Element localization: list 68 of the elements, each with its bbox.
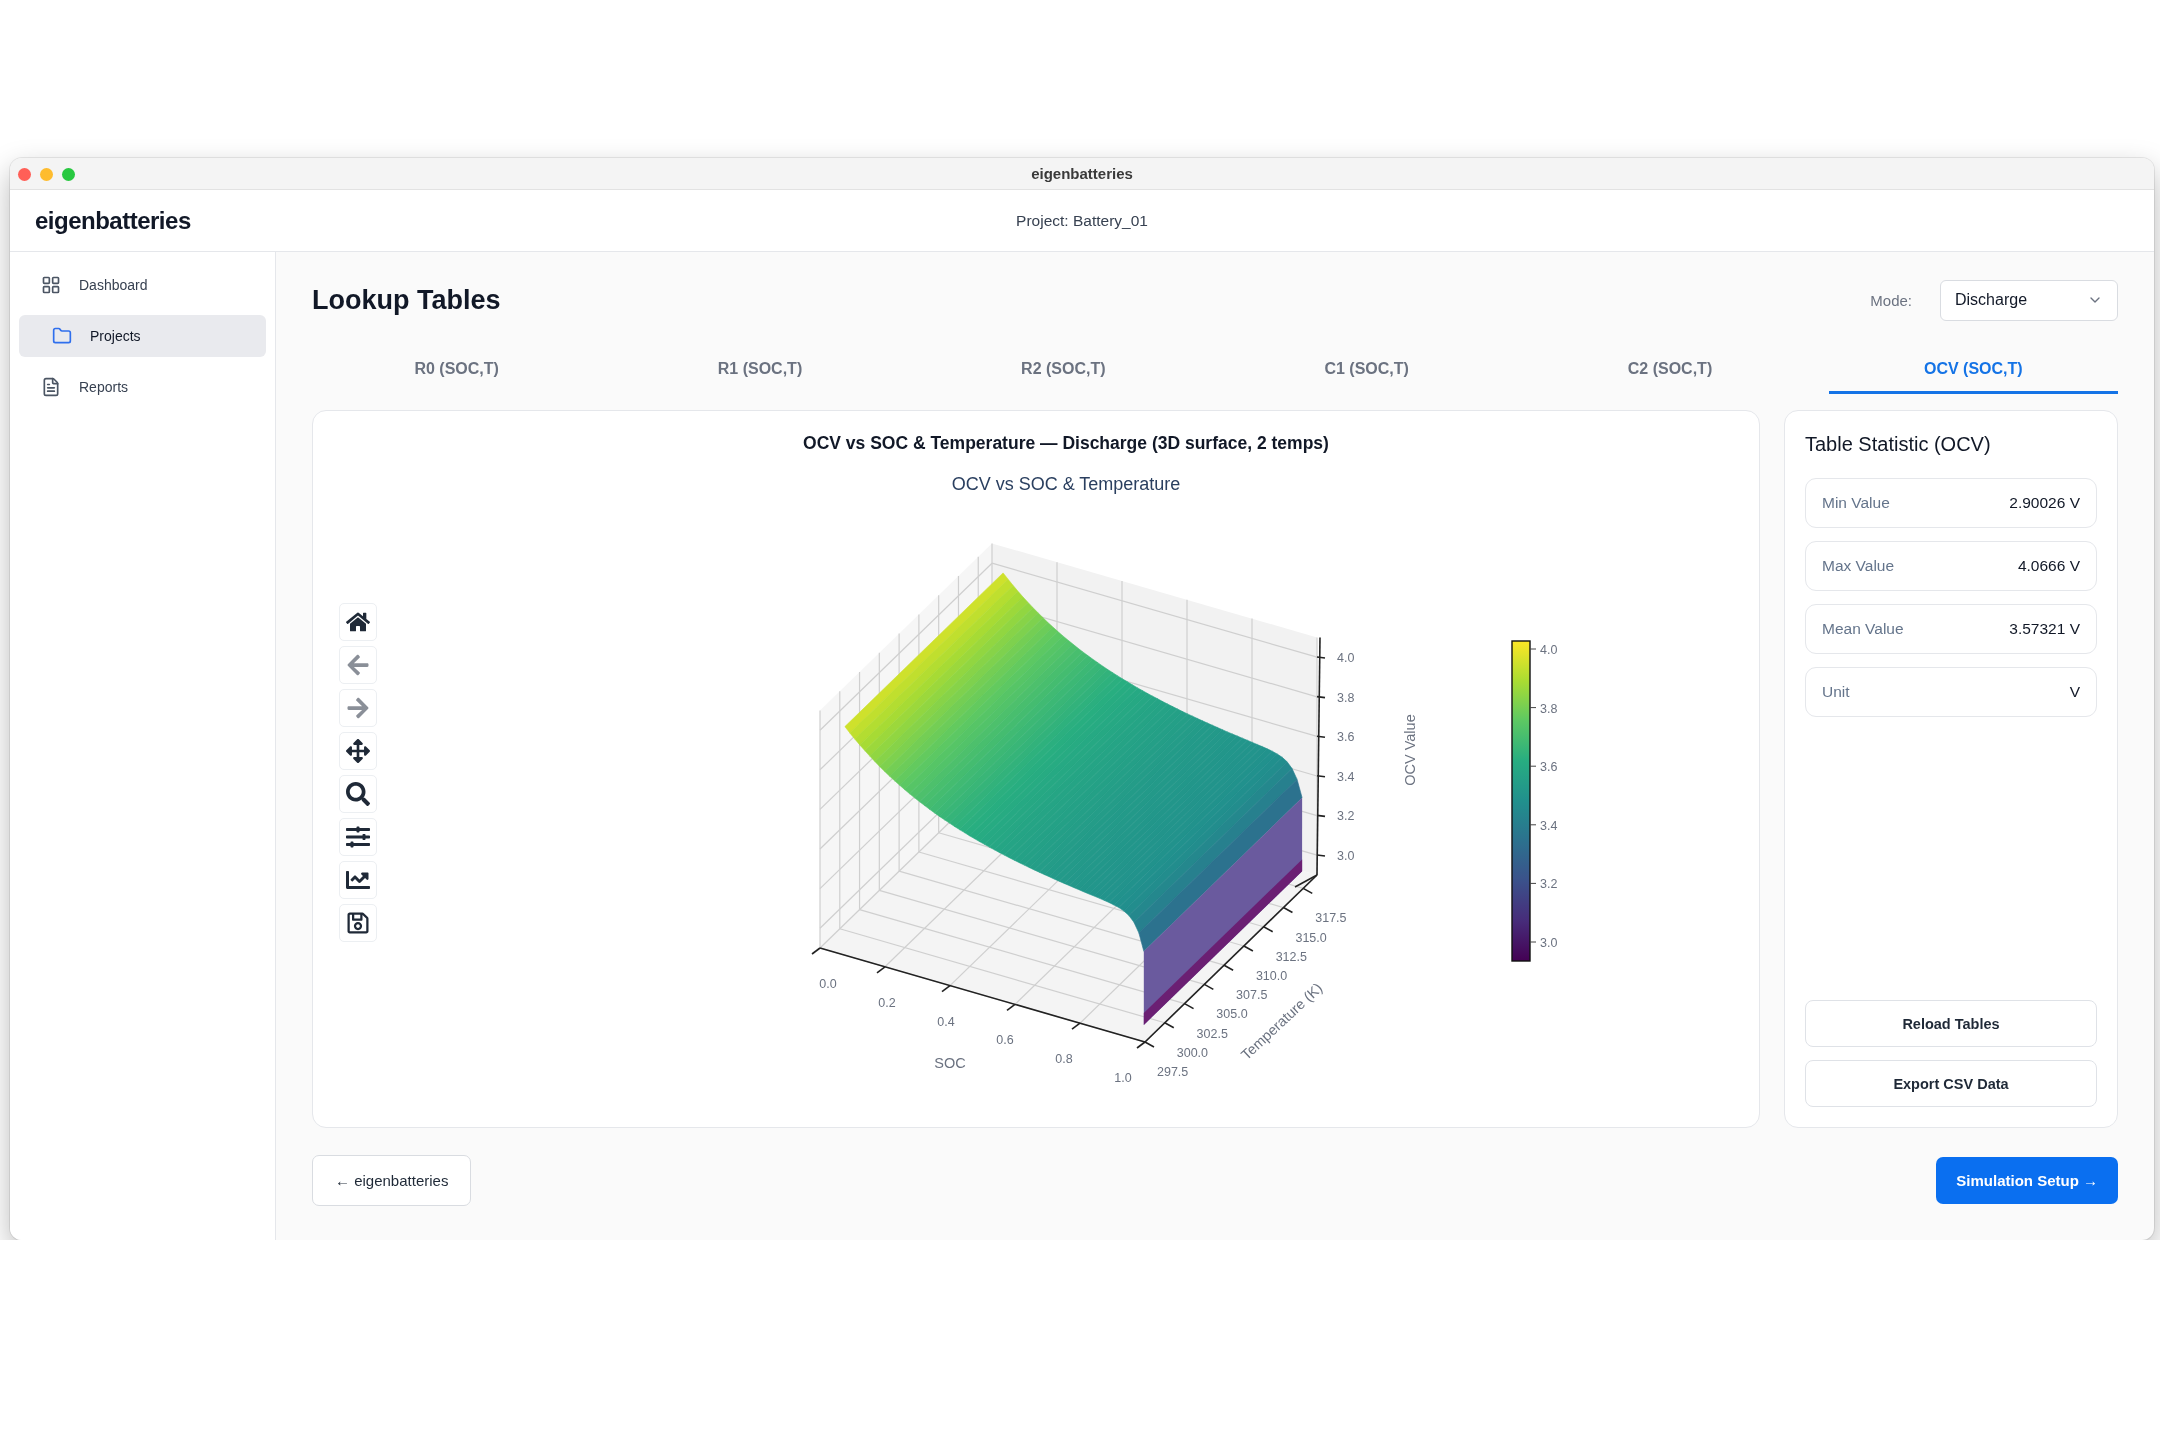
axis-tick-label: 300.0 bbox=[1176, 1045, 1209, 1060]
page-title: Lookup Tables bbox=[312, 284, 501, 316]
line-chart-icon[interactable] bbox=[339, 861, 377, 899]
axis-tick-label: 0.0 bbox=[819, 977, 837, 991]
plot-title: OCV vs SOC & Temperature bbox=[950, 474, 1182, 495]
close-button[interactable] bbox=[18, 168, 31, 181]
tab[interactable]: OCV (SOC,T) bbox=[1828, 347, 2118, 394]
axis-tick-label: 0.2 bbox=[878, 995, 896, 1010]
folder-icon bbox=[52, 326, 72, 346]
chart-title: OCV vs SOC & Temperature — Discharge (3D surface, 2 temps) bbox=[802, 433, 1330, 454]
statistic-label: Unit bbox=[1822, 683, 1850, 701]
colorbar-tick-label: 3.6 bbox=[1540, 760, 1558, 775]
statistic-label: Max Value bbox=[1822, 557, 1895, 575]
axis-tick-label: 3.2 bbox=[1337, 809, 1355, 824]
action-button[interactable]: Reload Tables bbox=[1805, 1000, 2097, 1047]
tab[interactable]: C1 (SOC,T) bbox=[1222, 347, 1512, 394]
axis-tick-label: 317.5 bbox=[1315, 911, 1347, 926]
statistic-label: Mean Value bbox=[1822, 620, 1904, 638]
mode-select[interactable]: Discharge bbox=[1940, 279, 2118, 321]
axis-tick-label: 0.6 bbox=[996, 1033, 1014, 1048]
brand-name: eigenbatteries bbox=[35, 206, 191, 235]
sidebar-item[interactable]: Projects bbox=[19, 315, 266, 357]
axis-tick-label: 1.0 bbox=[1114, 1071, 1132, 1085]
colorbar-tick-label: 3.0 bbox=[1540, 936, 1558, 950]
statistic-value: 3.57321 V bbox=[2009, 620, 2080, 638]
colorbar-tick-label: 3.4 bbox=[1540, 818, 1558, 833]
statistic-label: Min Value bbox=[1822, 494, 1890, 512]
colorbar-tick-label: 3.2 bbox=[1540, 877, 1558, 892]
sidebar-item[interactable]: Dashboard bbox=[19, 264, 266, 306]
mode-label: Mode: bbox=[1870, 291, 1912, 309]
project-name: Project: Battery_01 bbox=[1016, 211, 1148, 230]
statistic-value: 4.0666 V bbox=[2017, 557, 2080, 575]
save-icon[interactable] bbox=[339, 904, 377, 942]
statistic-value: V bbox=[2069, 683, 2080, 701]
grid-icon bbox=[41, 275, 61, 295]
axis-tick-label: 310.0 bbox=[1255, 968, 1288, 983]
sliders-icon[interactable] bbox=[339, 818, 377, 856]
tab[interactable]: R0 (SOC,T) bbox=[312, 347, 602, 394]
tab[interactable]: C2 (SOC,T) bbox=[1525, 347, 1815, 394]
axis-tick-label: 297.5 bbox=[1157, 1065, 1189, 1079]
window-title: eigenbatteries bbox=[1031, 165, 1133, 182]
colorbar-tick-label: 4.0 bbox=[1540, 643, 1558, 657]
action-button[interactable]: Export CSV Data bbox=[1805, 1060, 2097, 1107]
document-icon bbox=[41, 377, 61, 397]
axis-title: OCV Value bbox=[1402, 714, 1418, 786]
axis-tick-label: 3.6 bbox=[1337, 730, 1355, 745]
axis-tick-label: 302.5 bbox=[1196, 1026, 1228, 1041]
search-icon[interactable] bbox=[339, 775, 377, 813]
statistic-value: 2.90026 V bbox=[2009, 494, 2080, 512]
back-button[interactable]: ← eigenbatteries bbox=[312, 1155, 472, 1206]
axis-tick-label: 3.4 bbox=[1337, 769, 1355, 784]
axis-tick-label: 312.5 bbox=[1275, 949, 1307, 964]
tab[interactable]: R1 (SOC,T) bbox=[615, 347, 905, 394]
next-button[interactable]: Simulation Setup → bbox=[1936, 1157, 2118, 1204]
axis-tick-label: 307.5 bbox=[1236, 988, 1268, 1003]
statistics-title: Table Statistic (OCV) bbox=[1805, 433, 1992, 456]
axis-tick-label: 4.0 bbox=[1337, 651, 1355, 665]
axis-tick-label: 3.8 bbox=[1337, 690, 1355, 705]
axis-tick-label: 315.0 bbox=[1295, 930, 1327, 945]
axis-tick-label: 3.0 bbox=[1337, 849, 1355, 863]
axis-tick-label: 0.8 bbox=[1055, 1052, 1073, 1067]
tab[interactable]: R2 (SOC,T) bbox=[918, 347, 1208, 394]
home-icon[interactable] bbox=[339, 603, 377, 641]
axis-title: SOC bbox=[934, 1055, 966, 1071]
sidebar-item[interactable]: Reports bbox=[19, 366, 266, 408]
move-icon[interactable] bbox=[339, 732, 377, 770]
colorbar-tick-label: 3.8 bbox=[1540, 701, 1558, 716]
axis-tick-label: 0.4 bbox=[937, 1014, 955, 1029]
